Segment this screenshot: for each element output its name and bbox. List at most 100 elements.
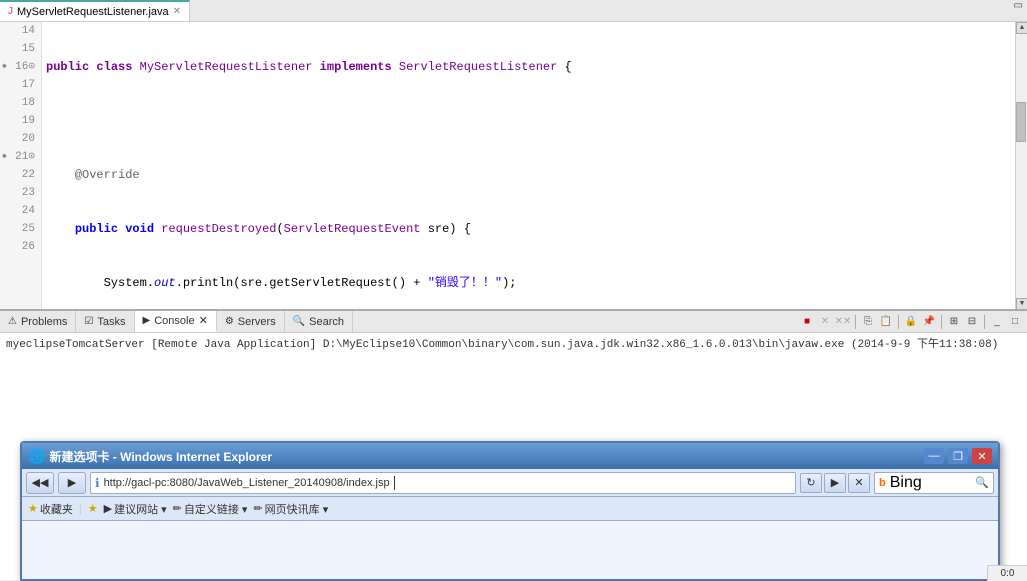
line-16: 16⊙ xyxy=(0,58,41,76)
toolbar-sep4 xyxy=(984,315,985,329)
line-24: 24 xyxy=(0,202,41,220)
ie-feed-icon: ✏ xyxy=(253,502,262,515)
bing-icon: b xyxy=(879,477,886,489)
ie-restore-button[interactable]: ❐ xyxy=(948,448,968,464)
collapse-button[interactable]: ⊟ xyxy=(964,314,980,330)
editor-tab-close[interactable]: ✕ xyxy=(173,6,181,17)
tab-console[interactable]: ▶ Console ✕ xyxy=(135,311,217,332)
fav-star-icon: ★ xyxy=(28,502,38,515)
ie-stop-button[interactable]: ✕ xyxy=(848,473,870,493)
ie-minimize-button[interactable]: — xyxy=(924,448,944,464)
line-14: 14 xyxy=(0,22,41,40)
editor-tab-label: MyServletRequestListener.java xyxy=(17,6,169,18)
servers-icon: ⚙ xyxy=(225,316,234,327)
line-21: 21⊙ xyxy=(0,148,41,166)
tab-servers-label: Servers xyxy=(238,316,276,328)
line-15: 15 xyxy=(0,40,41,58)
code-content[interactable]: public class MyServletRequestListener im… xyxy=(42,22,1015,310)
tab-problems-label: Problems xyxy=(21,316,67,328)
fav-label-shoucang: 收藏夹 xyxy=(40,501,73,517)
editor-tab-bar: J MyServletRequestListener.java ✕ ▭ xyxy=(0,0,1027,22)
expand-button[interactable]: ⊞ xyxy=(946,314,962,330)
remove-button: ✕ xyxy=(817,314,833,330)
fav-sep1: | xyxy=(79,503,82,515)
pin-button[interactable]: 📌 xyxy=(921,314,937,330)
tasks-icon: ☑ xyxy=(84,316,93,327)
paste-button[interactable]: 📋 xyxy=(878,314,894,330)
scroll-down-arrow[interactable]: ▼ xyxy=(1016,298,1027,310)
editor-area: J MyServletRequestListener.java ✕ ▭ 14 1… xyxy=(0,0,1027,310)
ie-close-button[interactable]: ✕ xyxy=(972,448,992,464)
ie-fav-feeds[interactable]: ✏ 网页快讯库 ▾ xyxy=(253,501,328,517)
tab-console-label: Console xyxy=(154,315,194,327)
ie-address-icon: ℹ xyxy=(95,476,100,490)
copy-button[interactable]: ⎘ xyxy=(860,314,876,330)
ie-title: 新建选项卡 - Windows Internet Explorer xyxy=(49,448,920,465)
status-bar: 0:0 xyxy=(987,565,1027,581)
ie-back-button[interactable]: ◀◀ xyxy=(26,472,54,494)
minimize-console[interactable]: _ xyxy=(989,314,1005,330)
ie-go-button[interactable]: ▶ xyxy=(824,473,846,493)
restore-button[interactable]: ▭ xyxy=(1010,0,1027,21)
line-23: 23 xyxy=(0,184,41,202)
tab-search[interactable]: 🔍 Search xyxy=(285,311,353,332)
ie-logo-icon: 🌐 xyxy=(28,448,45,465)
cursor-position: 0:0 xyxy=(1001,568,1015,579)
ie-forward-button[interactable]: ▶ xyxy=(58,472,86,494)
ie-refresh-button[interactable]: ↻ xyxy=(800,473,822,493)
ie-search-bar[interactable]: b Bing 🔍 xyxy=(874,472,994,494)
tab-servers[interactable]: ⚙ Servers xyxy=(217,311,285,332)
line-17: 17 xyxy=(0,76,41,94)
ie-suggestions-label: 建议网站 ▾ xyxy=(114,501,167,517)
editor-tab[interactable]: J MyServletRequestListener.java ✕ xyxy=(0,0,190,21)
line-19: 19 xyxy=(0,112,41,130)
toolbar-sep2 xyxy=(898,315,899,329)
tab-tasks-label: Tasks xyxy=(97,316,125,328)
console-right-toolbar: ■ ✕ ✕✕ ⎘ 📋 🔒 📌 ⊞ ⊟ _ □ xyxy=(799,311,1027,332)
remove-all-button: ✕✕ xyxy=(835,314,851,330)
vertical-scrollbar[interactable]: ▲ ▼ xyxy=(1015,22,1027,310)
console-line-1: myeclipseTomcatServer [Remote Java Appli… xyxy=(6,337,1021,353)
scroll-up-arrow[interactable]: ▲ xyxy=(1016,22,1027,34)
maximize-console[interactable]: □ xyxy=(1007,314,1023,330)
ie-address-bar[interactable]: ℹ http://gacl-pc:8080/JavaWeb_Listener_2… xyxy=(90,472,796,494)
search-icon: 🔍 xyxy=(293,316,305,327)
ie-window: 🌐 新建选项卡 - Windows Internet Explorer — ❐ … xyxy=(20,441,1000,581)
bottom-tab-bar: ⚠ Problems ☑ Tasks ▶ Console ✕ ⚙ Servers… xyxy=(0,311,1027,333)
tab-search-label: Search xyxy=(309,316,344,328)
tab-problems[interactable]: ⚠ Problems xyxy=(0,311,76,332)
ie-play-icon: ▶ xyxy=(104,502,112,515)
line-numbers: 14 15 16⊙ 17 18 19 20 21⊙ 22 23 24 25 26 xyxy=(0,22,42,310)
line-26: 26 xyxy=(0,238,41,256)
scroll-thumb[interactable] xyxy=(1016,102,1026,142)
tab-tasks[interactable]: ☑ Tasks xyxy=(76,311,134,332)
line-18: 18 xyxy=(0,94,41,112)
line-25: 25 xyxy=(0,220,41,238)
ie-cursor xyxy=(394,476,395,490)
ie-favorites-bar: ★ 收藏夹 | ★ ▶ 建议网站 ▾ ✏ 自定义链接 ▾ ✏ 网页快讯库 ▾ xyxy=(22,497,998,521)
ie-fav-star[interactable]: ★ 收藏夹 xyxy=(28,501,73,517)
ie-fav-bookmark[interactable]: ★ xyxy=(88,502,98,515)
ie-url-text: http://gacl-pc:8080/JavaWeb_Listener_201… xyxy=(104,477,390,489)
scroll-lock-button[interactable]: 🔒 xyxy=(903,314,919,330)
ie-fav-suggestions[interactable]: ▶ 建议网站 ▾ xyxy=(104,501,167,517)
java-file-icon: J xyxy=(8,6,13,17)
ie-custom-label: 自定义链接 ▾ xyxy=(184,501,248,517)
ie-toolbar: ◀◀ ▶ ℹ http://gacl-pc:8080/JavaWeb_Liste… xyxy=(22,469,998,497)
code-area: 14 15 16⊙ 17 18 19 20 21⊙ 22 23 24 25 26… xyxy=(0,22,1027,310)
main-container: J MyServletRequestListener.java ✕ ▭ 14 1… xyxy=(0,0,1027,581)
tab-bar-spacer xyxy=(353,311,799,332)
line-20: 20 xyxy=(0,130,41,148)
ie-search-text: Bing xyxy=(890,474,922,492)
console-tab-close[interactable]: ✕ xyxy=(199,314,208,327)
ie-edit-icon: ✏ xyxy=(173,502,182,515)
line-22: 22 xyxy=(0,166,41,184)
stop-button[interactable]: ■ xyxy=(799,314,815,330)
ie-feeds-label: 网页快讯库 ▾ xyxy=(265,501,329,517)
toolbar-sep3 xyxy=(941,315,942,329)
toolbar-sep1 xyxy=(855,315,856,329)
ie-search-submit[interactable]: 🔍 xyxy=(975,476,989,489)
ie-fav-custom[interactable]: ✏ 自定义链接 ▾ xyxy=(173,501,248,517)
ie-titlebar: 🌐 新建选项卡 - Windows Internet Explorer — ❐ … xyxy=(22,443,998,469)
console-icon: ▶ xyxy=(143,315,151,326)
